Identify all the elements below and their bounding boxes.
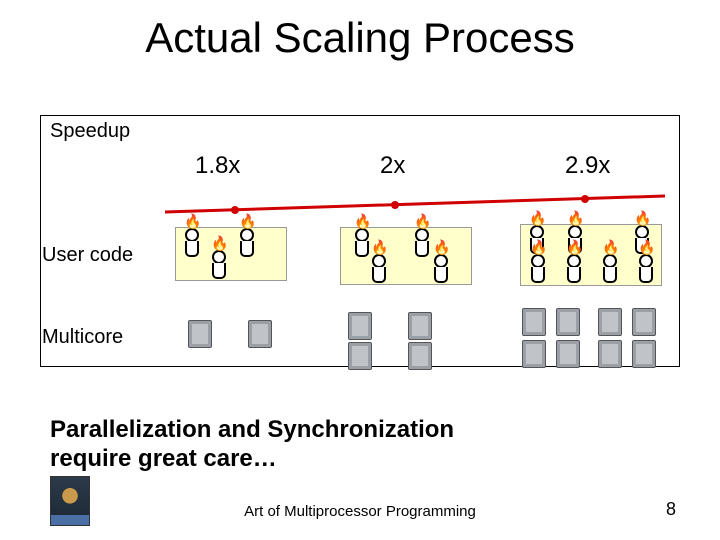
core-icon [598, 308, 622, 336]
label-multicore: Multicore [42, 326, 123, 349]
core-icon [632, 308, 656, 336]
page-number: 8 [666, 499, 676, 520]
flame-icon: 🔥 [530, 240, 547, 254]
label-speedup: Speedup [50, 120, 130, 143]
flame-icon: 🔥 [211, 236, 228, 250]
thread-icon: 🔥 [565, 254, 583, 282]
flame-icon: 🔥 [567, 211, 584, 225]
core-icon [522, 308, 546, 336]
speedup-value-1: 1.8x [195, 152, 240, 180]
flame-icon: 🔥 [184, 214, 201, 228]
speedup-value-3: 2.9x [565, 152, 610, 180]
core-icon [248, 320, 272, 348]
thread-icon: 🔥 [353, 228, 371, 256]
footer-text: Art of Multiprocessor Programming [0, 503, 720, 520]
page-title: Actual Scaling Process [0, 14, 720, 62]
flame-icon: 🔥 [566, 240, 583, 254]
core-icon [522, 340, 546, 368]
core-icon [598, 340, 622, 368]
thread-icon: 🔥 [601, 254, 619, 282]
thread-icon: 🔥 [432, 254, 450, 282]
core-icon [348, 312, 372, 340]
thread-icon: 🔥 [413, 228, 431, 256]
thread-icon: 🔥 [529, 254, 547, 282]
core-icon [408, 312, 432, 340]
flame-icon: 🔥 [634, 211, 651, 225]
flame-icon: 🔥 [638, 240, 655, 254]
core-icon [408, 342, 432, 370]
label-usercode: User code [42, 244, 133, 267]
speedup-value-2: 2x [380, 152, 405, 180]
flame-icon: 🔥 [529, 211, 546, 225]
flame-icon: 🔥 [602, 240, 619, 254]
core-icon [632, 340, 656, 368]
flame-icon: 🔥 [433, 240, 450, 254]
thread-icon: 🔥 [370, 254, 388, 282]
flame-icon: 🔥 [239, 214, 256, 228]
flame-icon: 🔥 [371, 240, 388, 254]
flame-icon: 🔥 [414, 214, 431, 228]
thread-icon: 🔥 [210, 250, 228, 278]
flame-icon: 🔥 [354, 214, 371, 228]
thread-icon: 🔥 [637, 254, 655, 282]
core-icon [348, 342, 372, 370]
core-icon [188, 320, 212, 348]
thread-icon: 🔥 [183, 228, 201, 256]
conclusion-text: Parallelization and Synchronization requ… [50, 416, 454, 474]
thread-icon: 🔥 [238, 228, 256, 256]
conclusion-line-2: require great care… [50, 445, 454, 474]
core-icon [556, 340, 580, 368]
conclusion-line-1: Parallelization and Synchronization [50, 416, 454, 445]
core-icon [556, 308, 580, 336]
